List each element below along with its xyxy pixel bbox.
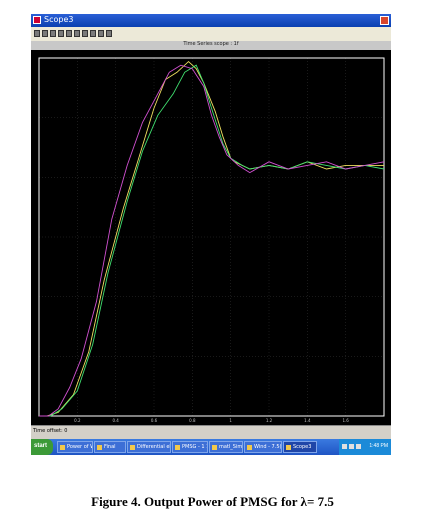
x-tick-label: 1.2 [266,418,273,423]
x-tick-label: 0.8 [189,418,196,423]
scope-plot: 0.2 0.4 0.6 0.8 1 1.2 1.4 1.6 [31,50,391,425]
window-title: Scope3 [44,15,74,24]
zoom-icon[interactable] [50,30,56,37]
window-icon [212,445,217,450]
window-icon [175,445,180,450]
start-button[interactable]: start [31,439,53,455]
taskbar-item-label: Final [104,444,116,450]
x-tick-label: 1 [229,418,232,423]
lock-axes-icon[interactable] [106,30,112,37]
window-icon [97,445,102,450]
taskbar-item[interactable]: matl_Simul [209,441,243,453]
restore-axes-icon[interactable] [90,30,96,37]
close-button[interactable] [380,16,389,25]
zoom-y-icon[interactable] [66,30,72,37]
network-icon[interactable] [342,444,347,449]
x-tick-label: 0.6 [151,418,158,423]
status-text: Time offset: 0 [33,428,68,434]
floating-scope-icon[interactable] [98,30,104,37]
start-label: start [34,443,48,449]
taskbar-item[interactable]: Final [94,441,126,453]
window-icon [60,445,65,450]
taskbar-item-label: Differential element... [137,444,171,450]
taskbar-item[interactable]: Wind - 7.5(Model 1) [244,441,282,453]
title-bar[interactable]: Scope3 [31,14,391,27]
scope-window: Scope3 Time Series scope : 1f 0.2 0.4 0.6 0… [31,14,391,455]
app-icon [33,16,41,24]
taskbar-item-label: PMSG - 1 1 2010... [182,444,207,450]
save-axes-icon[interactable] [82,30,88,37]
clock: 1:48 PM [369,443,388,449]
taskbar-item-label: Power of Wind Turb... [67,444,92,450]
x-tick-label: 0.2 [74,418,81,423]
taskbar-item[interactable]: Scope3 [283,441,317,453]
zoom-x-icon[interactable] [58,30,64,37]
taskbar: start Power of Wind Turb... Final Differen… [31,439,391,455]
taskbar-item[interactable]: Differential element... [127,441,171,453]
volume-icon[interactable] [349,444,354,449]
taskbar-item[interactable]: Power of Wind Turb... [57,441,93,453]
autoscale-icon[interactable] [74,30,80,37]
status-bar: Time offset: 0 [31,425,391,440]
window-icon [247,445,252,450]
security-icon[interactable] [356,444,361,449]
x-tick-label: 1.4 [304,418,311,423]
scope-title-bar: Time Series scope : 1f [31,41,391,50]
toolbar [31,27,391,42]
scope-title: Time Series scope : 1f [183,41,239,47]
taskbar-item[interactable]: PMSG - 1 1 2010... [172,441,208,453]
params-icon[interactable] [42,30,48,37]
window-icon [130,445,135,450]
taskbar-item-label: matl_Simul [219,444,243,450]
window-icon [286,445,291,450]
system-tray: 1:48 PM [339,439,391,455]
x-tick-label: 0.4 [112,418,119,423]
taskbar-item-label: Wind - 7.5(Model 1) [254,444,282,450]
figure-caption: Figure 4. Output Power of PMSG for λ= 7.… [91,494,334,509]
x-tick-label: 1.6 [342,418,349,423]
print-icon[interactable] [34,30,40,37]
taskbar-item-label: Scope3 [293,444,312,450]
